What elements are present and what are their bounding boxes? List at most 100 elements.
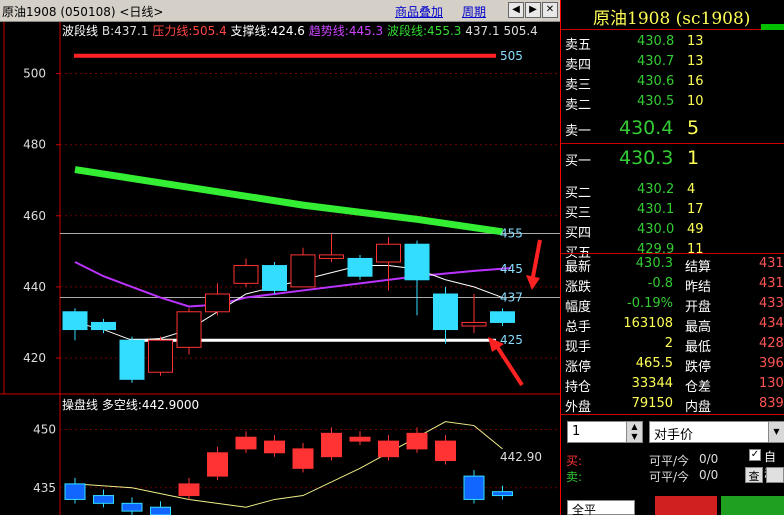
stat-value: 163108 [623, 316, 673, 331]
arrow-head [526, 275, 540, 290]
bid-volume: 1 [687, 147, 700, 169]
candle-body [62, 311, 88, 331]
close-avail-1: 可平/今 [649, 454, 690, 468]
bid-volume: 17 [687, 202, 704, 217]
query-button[interactable]: 查 [745, 467, 763, 483]
ask-row[interactable]: 卖三 430.6 16 [561, 72, 784, 93]
bid-row[interactable]: 买二 430.2 4 [561, 180, 784, 201]
sub-candle-body [321, 432, 342, 458]
header-bar [761, 24, 784, 30]
chart-area: 500 480 460 440 420 505 455 445 437 425 450 435 4… [0, 22, 560, 515]
stat-row: 最新 430.3 结算 431 [561, 254, 784, 275]
sub-candle-body [64, 483, 86, 500]
sub-candle-body [178, 483, 200, 497]
sub-candle-body [292, 448, 314, 469]
sub-line [74, 421, 503, 508]
stat-value-2: 433 [759, 296, 784, 311]
sub-candle-body [264, 440, 285, 454]
stat-label: 涨跌 [565, 280, 592, 295]
ask-label: 卖五 [565, 38, 592, 53]
ask-volume: 13 [687, 54, 704, 69]
ask-row[interactable]: 卖四 430.7 13 [561, 52, 784, 73]
stat-value: 430.3 [635, 256, 673, 271]
stat-label: 持仓 [565, 380, 592, 395]
buy-label: 买: [566, 454, 583, 468]
lock-icon[interactable] [766, 467, 784, 483]
stat-row: 外盘 79150 内盘 8395 [561, 394, 784, 415]
close-all-button[interactable]: 全平 [567, 500, 635, 515]
candle-body [376, 243, 401, 263]
sub-candle-body [492, 491, 513, 497]
bid-row[interactable]: 买四 430.0 49 [561, 220, 784, 241]
quote-header: 原油1908 (sc1908) [561, 0, 784, 30]
bid-row[interactable]: 买一 430.3 1 [561, 147, 784, 169]
stat-label-2: 最高 [685, 320, 712, 335]
buy-button[interactable] [655, 496, 717, 515]
sell-button[interactable] [721, 496, 784, 515]
sell-label: 卖: [566, 470, 583, 484]
auto-checkbox[interactable]: ✓ [749, 449, 761, 461]
ask-row[interactable]: 卖五 430.8 13 [561, 32, 784, 53]
stat-label: 幅度 [565, 300, 592, 315]
ask-price: 430.4 [619, 117, 674, 139]
level-label: 445 [500, 262, 523, 276]
bid-row[interactable]: 买三 430.1 17 [561, 200, 784, 221]
arrow-line [494, 343, 524, 387]
qty-input[interactable]: 1 ▲ ▼ [567, 421, 643, 443]
ask-label: 卖三 [565, 78, 592, 93]
ask-row[interactable]: 卖二 430.5 10 [561, 92, 784, 113]
sub-candle-body [121, 502, 143, 512]
candle-body [290, 254, 316, 288]
price-type-select[interactable]: 对手价 ▼ [649, 421, 784, 443]
stat-label-2: 结算 [685, 260, 712, 275]
candle-body [205, 293, 230, 313]
candle-body [490, 311, 515, 323]
sub-indicator-info: 操盘线 多空线:442.9000 [62, 396, 199, 413]
close-avail-2: 可平/今 [649, 470, 690, 484]
bid-price: 430.1 [637, 202, 675, 217]
y-tick-label: 420 [23, 351, 46, 365]
candle-body [233, 265, 259, 284]
quote-panel: 原油1908 (sc1908) 卖五 430.8 13 卖四 430.7 13 … [560, 0, 784, 515]
stat-label-2: 开盘 [685, 300, 712, 315]
sub-candle-body [378, 440, 399, 458]
sub-candle-body [349, 436, 371, 442]
level-label: 425 [500, 333, 523, 347]
bid-price: 430.2 [637, 182, 675, 197]
level-label: 437 [500, 291, 523, 305]
ask-price: 430.7 [637, 54, 675, 69]
sub-right-label: 442.90 [500, 450, 542, 464]
bid-label: 买一 [565, 154, 592, 169]
stat-value: 79150 [631, 396, 673, 411]
ask-row[interactable]: 卖一 430.4 5 [561, 117, 784, 139]
stat-value-2: 431 [759, 276, 784, 291]
indicator-label: 波段线 [62, 24, 99, 38]
stat-label-2: 昨结 [685, 280, 712, 295]
press-value: 压力线:505.4 [152, 24, 227, 38]
candle-body [347, 257, 373, 277]
stat-value-2: 8395 [759, 396, 784, 411]
quote-title: 原油1908 (sc1908) [593, 9, 751, 29]
bid-label: 买四 [565, 226, 592, 241]
candle-body [404, 243, 430, 281]
close-avail-1-val: 0/0 [699, 452, 719, 466]
ask-volume: 16 [687, 74, 704, 89]
sub-y-tick-label: 450 [33, 422, 56, 436]
stat-label: 涨停 [565, 360, 592, 375]
ask-volume: 13 [687, 34, 704, 49]
sub-label: 操盘线 [62, 398, 99, 412]
stat-row: 持仓 33344 仓差 130 [561, 374, 784, 395]
stat-label: 总手 [565, 320, 592, 335]
candle-body [461, 321, 487, 327]
candle-body [91, 321, 116, 331]
sub-candle-body [435, 440, 456, 462]
sub-candle-body [93, 495, 114, 504]
stat-row: 现手 2 最低 428 [561, 334, 784, 355]
sub-candle-body [207, 452, 228, 477]
stat-value-2: 431 [759, 256, 784, 271]
stat-row: 幅度 -0.19% 开盘 433 [561, 294, 784, 315]
stat-value-2: 428 [759, 336, 784, 351]
sub-candle-body [463, 475, 485, 500]
y-tick-label: 460 [23, 209, 46, 223]
bid-volume: 4 [687, 182, 696, 197]
